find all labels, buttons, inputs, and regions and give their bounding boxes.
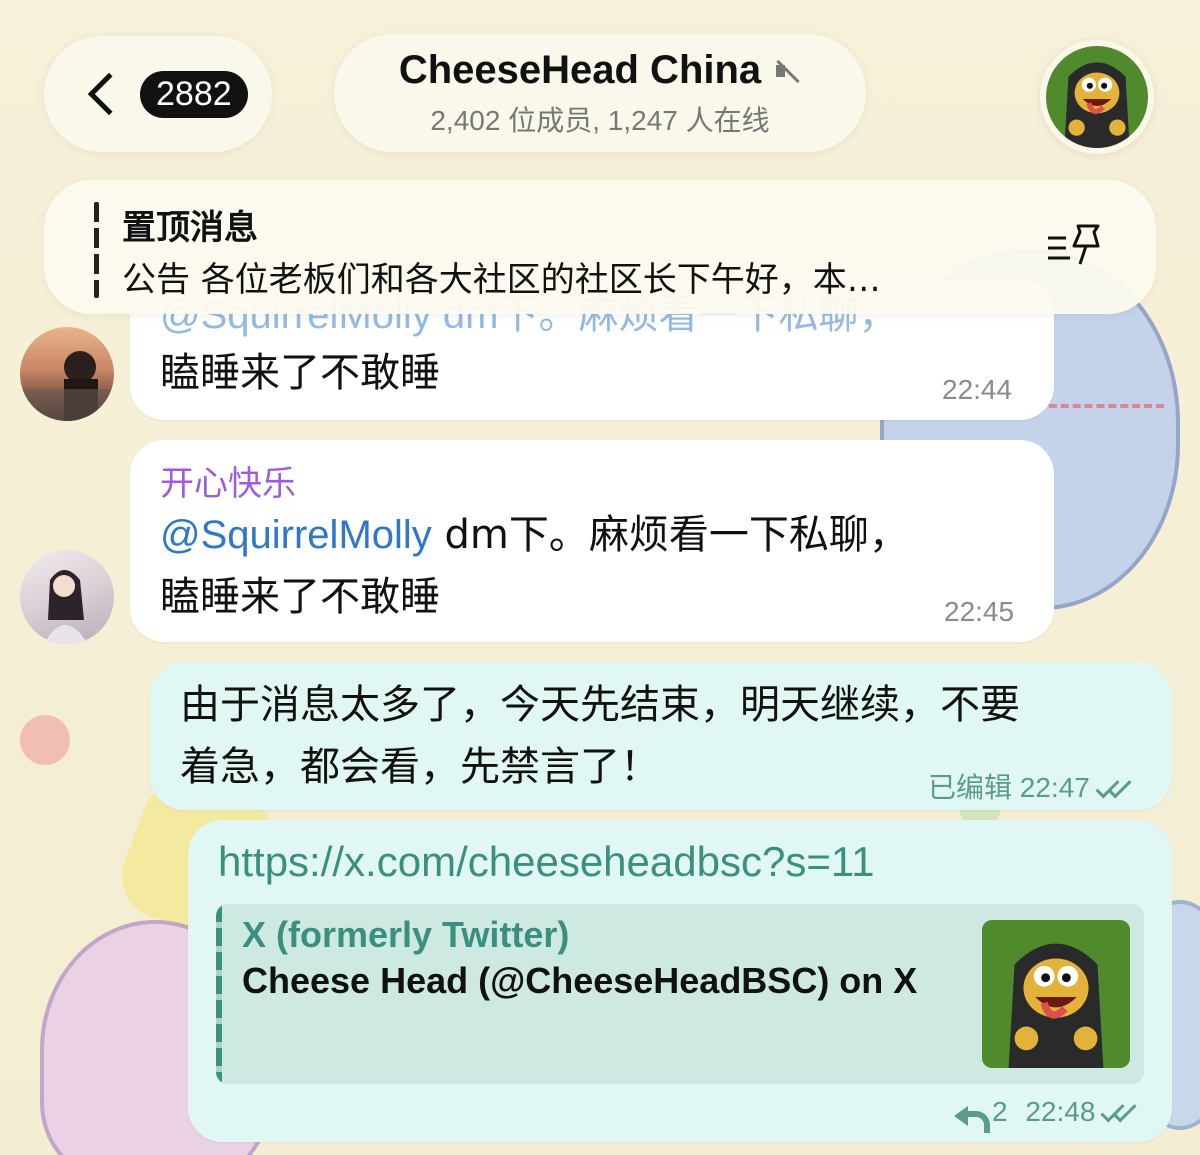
reply-count[interactable]: 2 — [992, 1096, 1008, 1127]
pin-list-icon[interactable] — [1044, 220, 1108, 272]
double-check-icon — [1096, 779, 1136, 801]
preview-accent-bar — [216, 904, 222, 1084]
pinned-text: 公告 各位老板们和各大社区的社区长下午好，本… — [122, 260, 881, 300]
message-meta: 2 22:48 — [954, 1096, 1141, 1133]
mention-link[interactable]: @SquirrelMolly — [160, 513, 432, 557]
message-text: dm下。麻烦看一下私聊， — [444, 512, 909, 558]
outgoing-message-bubble[interactable]: 由于消息太多了，今天先结束，明天继续，不要 着急，都会看，先禁言了！ 已编辑 2… — [150, 662, 1172, 810]
message-time: 22:45 — [944, 596, 1015, 627]
preview-site-name: X (formerly Twitter) — [242, 914, 570, 955]
preview-title: Cheese Head (@CheeseHeadBSC) on X — [242, 960, 918, 1001]
pinned-title: 置顶消息 — [122, 208, 258, 248]
group-avatar[interactable] — [1040, 40, 1154, 154]
message-text-line1: @SquirrelMolly dm下。麻烦看一下私聊， — [160, 504, 909, 566]
double-check-icon — [1101, 1103, 1141, 1125]
message-time: 22:47 — [1019, 772, 1090, 803]
message-time: 22:44 — [942, 374, 1013, 405]
chat-title-row: CheeseHead China — [334, 48, 866, 93]
preview-thumbnail[interactable] — [982, 920, 1130, 1068]
message-time: 22:48 — [1025, 1096, 1096, 1127]
avatar-image — [44, 570, 88, 644]
message-link[interactable]: https://x.com/cheeseheadbsc?s=11 — [218, 838, 874, 886]
message-meta: 已编辑 22:47 — [928, 766, 1136, 806]
chat-title-button[interactable]: CheeseHead China 2,402 位成员, 1,247 人在线 — [334, 34, 866, 152]
pinned-indicator-bar — [94, 202, 99, 298]
mute-icon — [773, 57, 801, 85]
chat-subtitle: 2,402 位成员, 1,247 人在线 — [430, 105, 770, 136]
message-text-line1: 由于消息太多了，今天先结束，明天继续，不要 — [180, 682, 1020, 728]
message-text-line2: 着急，都会看，先禁言了！ — [180, 744, 660, 790]
user-avatar[interactable] — [20, 550, 114, 644]
back-chevron-icon — [87, 72, 131, 116]
message-text-line2: 瞌睡来了不敢睡 — [160, 574, 440, 620]
wallpaper-dot — [20, 715, 70, 765]
outgoing-message-bubble[interactable]: https://x.com/cheeseheadbsc?s=11 X (form… — [188, 820, 1172, 1142]
user-avatar[interactable] — [20, 327, 114, 421]
message-bubble[interactable]: 开心快乐 @SquirrelMolly dm下。麻烦看一下私聊， 瞌睡来了不敢睡… — [130, 440, 1054, 642]
message-text: 瞌睡来了不敢睡 — [160, 350, 440, 396]
avatar-image — [20, 351, 114, 421]
unread-count-badge: 2882 — [140, 70, 248, 118]
back-button[interactable]: 2882 — [44, 36, 272, 152]
pinned-message-bar[interactable]: 置顶消息 公告 各位老板们和各大社区的社区长下午好，本… — [44, 180, 1156, 314]
sender-name[interactable]: 开心快乐 — [160, 456, 296, 505]
link-preview[interactable]: X (formerly Twitter) Cheese Head (@Chees… — [216, 904, 1144, 1084]
edited-label: 已编辑 — [928, 772, 1013, 803]
cheesehead-mascot-icon — [1046, 46, 1148, 148]
cheesehead-mascot-icon — [982, 920, 1130, 1068]
reply-icon[interactable] — [954, 1102, 990, 1133]
chat-title: CheeseHead China — [398, 48, 762, 92]
chat-header: 2882 CheeseHead China 2,402 位成员, 1,247 人… — [0, 0, 1200, 180]
